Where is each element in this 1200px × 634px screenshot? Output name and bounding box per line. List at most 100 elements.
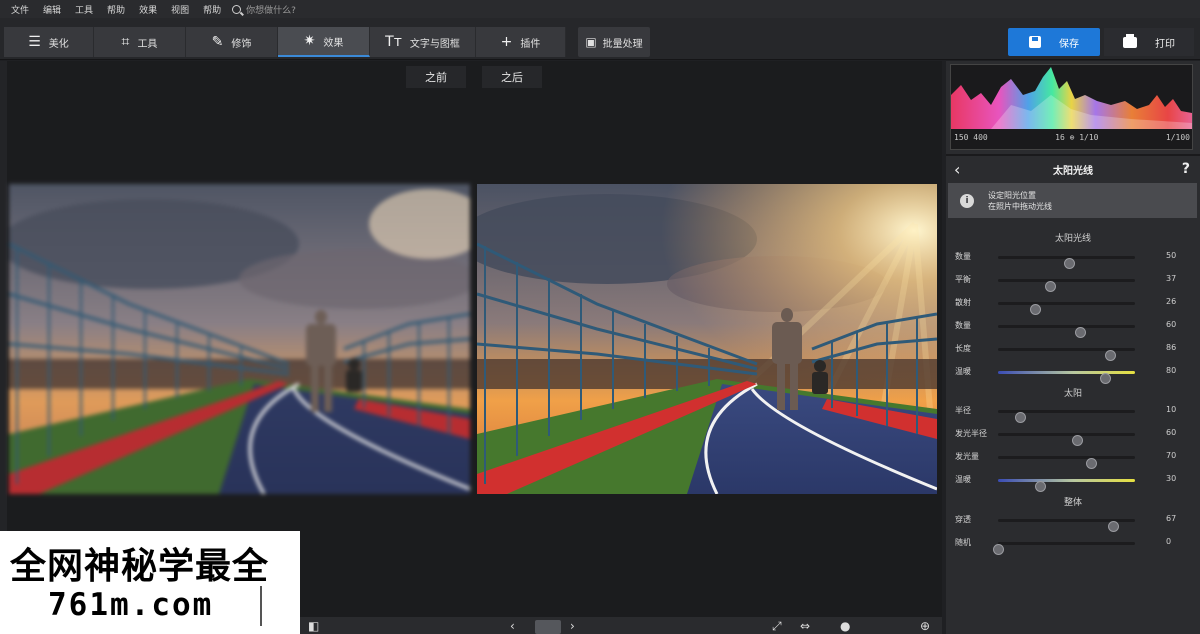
- filmstrip-icon[interactable]: [535, 620, 561, 634]
- tab-enhance[interactable]: ☰ 美化: [4, 27, 94, 57]
- after-photo[interactable]: [477, 184, 937, 494]
- save-button[interactable]: 保存: [1008, 28, 1100, 56]
- tab-text-frames[interactable]: Tт 文字与图框: [370, 27, 476, 57]
- image-stack-icon: ▣: [585, 35, 597, 49]
- slider-row: 数量 60: [946, 319, 1200, 338]
- slider-label: 数量: [955, 252, 971, 261]
- slider-knob[interactable]: [1108, 521, 1120, 532]
- watermark-line2: 761m.com: [48, 587, 214, 623]
- histogram-readout: 150 400 16 ⊕ 1/10 1/100: [954, 133, 1190, 142]
- info-text: 设定阳光位置 在照片中拖动光线: [988, 190, 1052, 212]
- next-arrow-icon[interactable]: ›: [570, 620, 575, 632]
- before-label[interactable]: 之前: [406, 66, 466, 88]
- tool-tabs: ☰ 美化 ⌗ 工具 ✎ 修饰 ✷ 效果 Tт 文字与图框 + 插件: [4, 27, 566, 57]
- histogram-graph: [951, 67, 1192, 129]
- before-photo[interactable]: [9, 184, 470, 494]
- slider-row: 平衡 37: [946, 273, 1200, 292]
- menu-tools[interactable]: 工具: [68, 3, 100, 16]
- slider-label: 发光量: [955, 452, 979, 461]
- compare-mode-icon[interactable]: ◧: [308, 620, 319, 632]
- slider-track[interactable]: [998, 302, 1135, 315]
- menu-help-2[interactable]: 帮助: [196, 3, 228, 16]
- section-title-sunrays: 太阳光线: [1054, 234, 1091, 244]
- back-chevron-icon[interactable]: ‹: [954, 160, 960, 179]
- slider-track-warmth[interactable]: [998, 371, 1135, 384]
- search-icon: [232, 4, 242, 14]
- slider-knob[interactable]: [1014, 412, 1026, 423]
- brush-icon: ✎: [211, 34, 224, 50]
- panel-title: 太阳光线: [1053, 165, 1093, 177]
- fit-screen-icon[interactable]: ⤢: [772, 620, 782, 632]
- slider-label: 长度: [955, 344, 971, 353]
- slider-knob[interactable]: [1029, 304, 1041, 315]
- slider-row: 穿透 67: [946, 513, 1200, 532]
- slider-knob[interactable]: [1099, 373, 1111, 384]
- slider-value: 50: [1166, 251, 1177, 260]
- batch-process-button[interactable]: ▣ 批量处理: [578, 27, 650, 57]
- slider-value: 60: [1166, 320, 1177, 329]
- left-edge-strip: [0, 61, 7, 531]
- slider-value: 30: [1166, 474, 1177, 483]
- slider-track[interactable]: [998, 456, 1135, 469]
- slider-track[interactable]: [993, 542, 1135, 555]
- watermark-overlay: 全网神秘学最全 761m.com: [0, 531, 300, 634]
- slider-track-warmth[interactable]: [998, 479, 1135, 492]
- printer-icon: [1123, 33, 1137, 48]
- slider-row: 发光量 70: [946, 450, 1200, 469]
- slider-value: 10: [1166, 405, 1177, 414]
- tab-tools[interactable]: ⌗ 工具: [94, 27, 186, 57]
- after-label[interactable]: 之后: [482, 66, 542, 88]
- tab-effects[interactable]: ✷ 效果: [278, 27, 370, 57]
- histogram-label-right: 1/100: [1165, 133, 1190, 142]
- tab-enhance-label: 美化: [48, 38, 69, 50]
- tab-text-frames-label: 文字与图框: [409, 38, 460, 50]
- slider-knob[interactable]: [993, 544, 1004, 555]
- menu-search[interactable]: 你想做什么?: [232, 3, 296, 16]
- slider-value: 0: [1166, 537, 1172, 546]
- slider-row: 半径 10: [946, 404, 1200, 423]
- search-placeholder: 你想做什么?: [246, 5, 296, 16]
- info-line1: 设定阳光位置: [988, 190, 1036, 200]
- slider-value: 67: [1166, 514, 1177, 523]
- slider-value: 70: [1166, 451, 1177, 460]
- help-icon[interactable]: ?: [1182, 161, 1190, 177]
- slider-value: 26: [1166, 297, 1177, 306]
- after-photo-scene: [477, 184, 937, 494]
- menu-file[interactable]: 文件: [4, 3, 36, 16]
- actual-size-icon[interactable]: ⇔: [800, 620, 810, 632]
- slider-track[interactable]: [998, 410, 1135, 423]
- magic-wand-icon: ✷: [303, 33, 316, 49]
- sliders-icon: ☰: [28, 34, 41, 50]
- tab-retouch[interactable]: ✎ 修饰: [186, 27, 278, 57]
- info-icon: i: [960, 193, 974, 208]
- slider-track[interactable]: [998, 256, 1135, 269]
- slider-value: 86: [1166, 343, 1177, 352]
- menu-view[interactable]: 视图: [164, 3, 196, 16]
- print-button[interactable]: 打印: [1104, 28, 1194, 56]
- before-photo-scene: [9, 184, 470, 494]
- photo-editor-app: 文件 编辑 工具 帮助 效果 视图 帮助 你想做什么? ☰ 美化 ⌗ 工具 ✎ …: [0, 0, 1200, 634]
- panel-divider: [946, 154, 1200, 156]
- slider-knob[interactable]: [1045, 281, 1057, 292]
- section-title-sun: 太阳: [1063, 389, 1082, 399]
- histogram-label-mid: 16 ⊕ 1/10: [1055, 133, 1099, 142]
- tab-plugins[interactable]: + 插件: [476, 27, 566, 57]
- menu-bar: 文件 编辑 工具 帮助 效果 视图 帮助 你想做什么?: [0, 0, 1200, 18]
- menu-help-1[interactable]: 帮助: [100, 3, 132, 16]
- menu-edit[interactable]: 编辑: [36, 3, 68, 16]
- bottom-bar: ◧ ‹ › ⤢ ⇔ ● ⊕: [300, 617, 942, 634]
- prev-arrow-icon[interactable]: ‹: [510, 620, 515, 632]
- hand-icon[interactable]: ●: [840, 620, 850, 632]
- section-title-overall: 整体: [1063, 498, 1082, 508]
- slider-value: 80: [1166, 366, 1177, 375]
- slider-track[interactable]: [998, 325, 1135, 338]
- slider-track[interactable]: [998, 433, 1135, 446]
- batch-label: 批量处理: [602, 38, 643, 50]
- zoom-icon[interactable]: ⊕: [920, 620, 930, 632]
- slider-track[interactable]: [998, 279, 1135, 292]
- menu-effects[interactable]: 效果: [132, 3, 164, 16]
- slider-row: 散射 26: [946, 296, 1200, 315]
- tab-effects-label: 效果: [323, 37, 344, 49]
- slider-track[interactable]: [998, 519, 1135, 532]
- slider-track[interactable]: [998, 348, 1135, 361]
